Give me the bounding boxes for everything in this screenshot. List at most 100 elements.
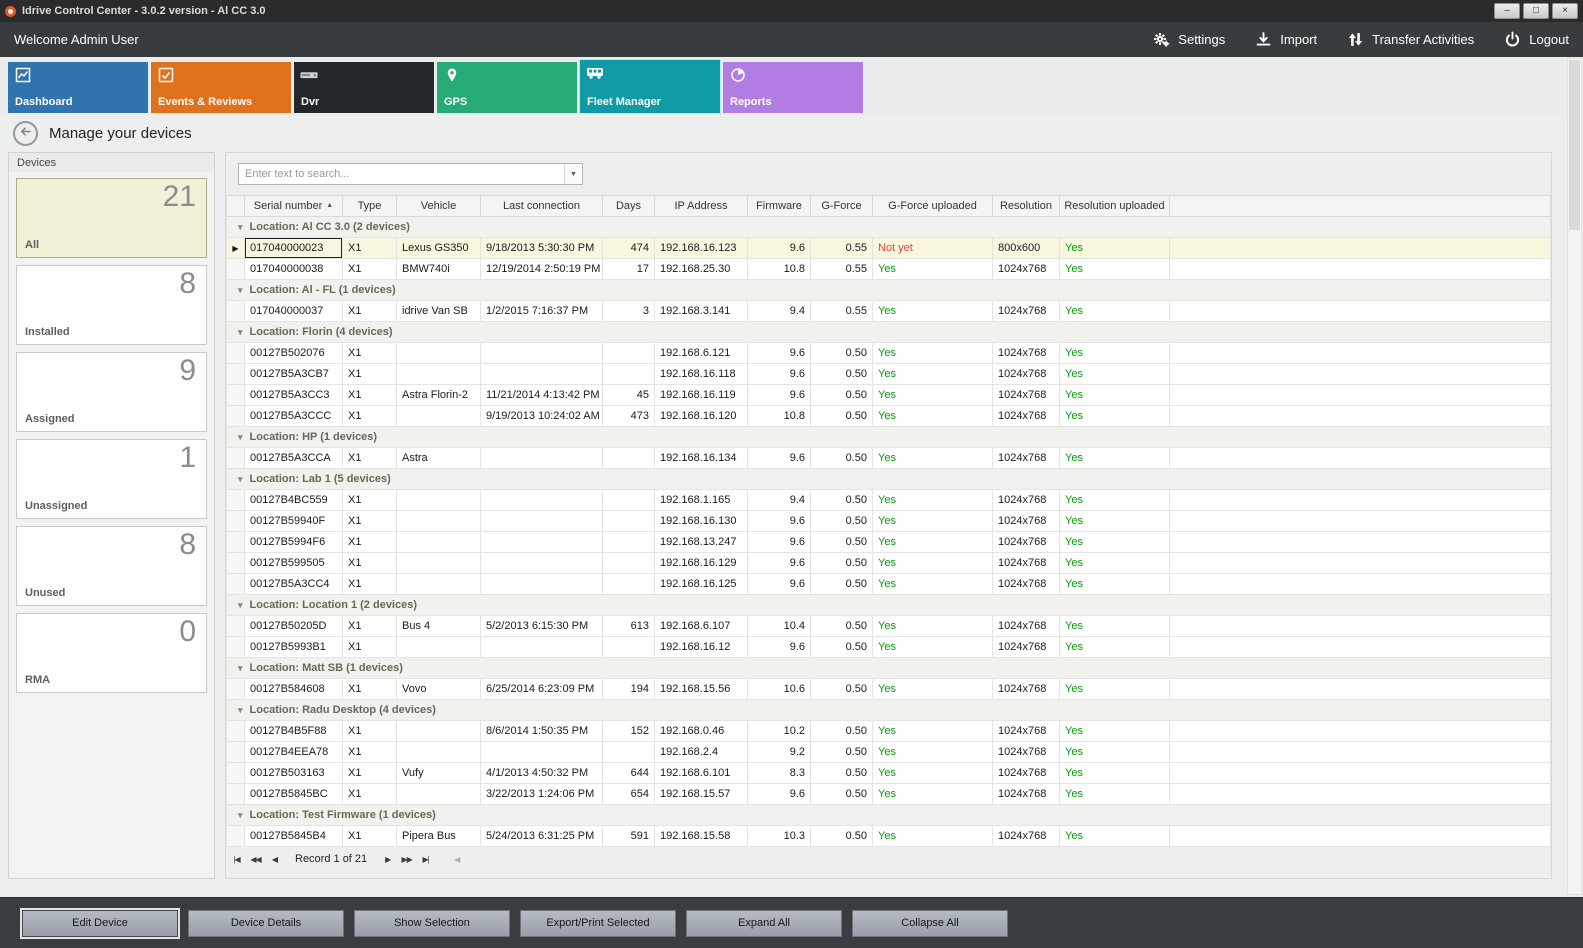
- group-row[interactable]: ▾Location: Radu Desktop (4 devices): [227, 700, 1551, 721]
- device-row[interactable]: 00127B5993B1X1192.168.16.129.60.50Yes102…: [227, 637, 1551, 658]
- tab-events-reviews[interactable]: Events & Reviews: [151, 62, 291, 113]
- filter-count: 8: [179, 267, 196, 301]
- tab-dvr[interactable]: Dvr: [294, 62, 434, 113]
- logout-button[interactable]: Logout: [1504, 31, 1569, 48]
- group-row[interactable]: ▾Location: Florin (4 devices): [227, 322, 1551, 343]
- device-row[interactable]: 00127B503163X1Vufy4/1/2013 4:50:32 PM644…: [227, 763, 1551, 784]
- pager-first-button[interactable]: |◀: [228, 852, 245, 867]
- cell-type: X1: [343, 679, 397, 700]
- column-header-days[interactable]: Days: [603, 196, 655, 217]
- expand-all-button[interactable]: Expand All: [686, 910, 842, 937]
- device-filter-installed[interactable]: 8Installed: [16, 265, 207, 345]
- group-row[interactable]: ▾Location: Al CC 3.0 (2 devices): [227, 217, 1551, 238]
- device-row[interactable]: 017040000038X1BMW740i12/19/2014 2:50:19 …: [227, 259, 1551, 280]
- device-row[interactable]: 00127B59940FX1192.168.16.1309.60.50Yes10…: [227, 511, 1551, 532]
- group-row[interactable]: ▾Location: Lab 1 (5 devices): [227, 469, 1551, 490]
- column-header-gforce[interactable]: G-Force: [811, 196, 873, 217]
- pager-next-page-button[interactable]: ▶▶: [398, 852, 415, 867]
- column-header-resolution_uploaded[interactable]: Resolution uploaded: [1060, 196, 1170, 217]
- search-dropdown-button[interactable]: ▼: [564, 164, 582, 184]
- group-row[interactable]: ▾Location: Al - FL (1 devices): [227, 280, 1551, 301]
- edit-device-button[interactable]: Edit Device: [22, 910, 178, 937]
- device-row[interactable]: 00127B4B5F88X18/6/2014 1:50:35 PM152192.…: [227, 721, 1551, 742]
- column-header-resolution[interactable]: Resolution: [993, 196, 1060, 217]
- transfer-arrows-icon: [1347, 31, 1364, 48]
- device-row[interactable]: 00127B5A3CCCX19/19/2013 10:24:02 AM47319…: [227, 406, 1551, 427]
- cell-filler: [1170, 616, 1551, 637]
- column-header-firmware[interactable]: Firmware: [748, 196, 811, 217]
- map-pin-icon: [443, 67, 463, 85]
- device-row[interactable]: 00127B5845BCX13/22/2013 1:24:06 PM654192…: [227, 784, 1551, 805]
- tab-reports[interactable]: Reports: [723, 62, 863, 113]
- device-row[interactable]: 00127B5A3CC4X1192.168.16.1259.60.50Yes10…: [227, 574, 1551, 595]
- window-title: Idrive Control Center - 3.0.2 version - …: [22, 5, 266, 17]
- device-row[interactable]: 00127B5A3CB7X1192.168.16.1189.60.50Yes10…: [227, 364, 1551, 385]
- device-filter-unused[interactable]: 8Unused: [16, 526, 207, 606]
- group-row[interactable]: ▾Location: Matt SB (1 devices): [227, 658, 1551, 679]
- device-filter-unassigned[interactable]: 1Unassigned: [16, 439, 207, 519]
- minimize-button[interactable]: –: [1494, 3, 1520, 19]
- group-row[interactable]: ▾Location: HP (1 devices): [227, 427, 1551, 448]
- cell-gforce: 0.50: [811, 385, 873, 406]
- tab-dashboard[interactable]: Dashboard: [8, 62, 148, 113]
- group-row[interactable]: ▾Location: Location 1 (2 devices): [227, 595, 1551, 616]
- device-row[interactable]: 00127B5A3CC3X1Astra Florin-211/21/2014 4…: [227, 385, 1551, 406]
- cell-resolution_uploaded: Yes: [1060, 343, 1170, 364]
- device-row[interactable]: 017040000037X1idrive Van SB1/2/2015 7:16…: [227, 301, 1551, 322]
- device-details-button[interactable]: Device Details: [188, 910, 344, 937]
- device-row[interactable]: 00127B4BC559X1192.168.1.1659.40.50Yes102…: [227, 490, 1551, 511]
- column-header-gforce_uploaded[interactable]: G-Force uploaded: [873, 196, 993, 217]
- vertical-scrollbar[interactable]: [1567, 58, 1582, 895]
- device-filter-rma[interactable]: 0RMA: [16, 613, 207, 693]
- cell-type: X1: [343, 448, 397, 469]
- pager-last-button[interactable]: ▶|: [417, 852, 434, 867]
- device-row[interactable]: 00127B584608X1Vovo6/25/2014 6:23:09 PM19…: [227, 679, 1551, 700]
- cell-last_connection: 5/24/2013 6:31:25 PM: [481, 826, 603, 847]
- device-row[interactable]: 00127B5845B4X1Pipera Bus5/24/2013 6:31:2…: [227, 826, 1551, 847]
- tab-label-dashboard: Dashboard: [15, 96, 72, 108]
- device-row[interactable]: ▶017040000023X1Lexus GS3509/18/2013 5:30…: [227, 238, 1551, 259]
- column-header-last_connection[interactable]: Last connection: [481, 196, 603, 217]
- cell-firmware: 9.6: [748, 364, 811, 385]
- column-header-vehicle[interactable]: Vehicle: [397, 196, 481, 217]
- cell-last_connection: [481, 511, 603, 532]
- transfer-activities-button[interactable]: Transfer Activities: [1347, 31, 1474, 48]
- back-button[interactable]: [13, 121, 38, 146]
- device-row[interactable]: 00127B4EEA78X1192.168.2.49.20.50Yes1024x…: [227, 742, 1551, 763]
- pager-scroll-left-button[interactable]: ◀: [448, 852, 465, 867]
- pager-prev-page-button[interactable]: ◀◀: [247, 852, 264, 867]
- collapse-all-button[interactable]: Collapse All: [852, 910, 1008, 937]
- column-header-serial[interactable]: Serial number▲: [245, 196, 343, 217]
- device-row[interactable]: 00127B5A3CCAX1Astra192.168.16.1349.60.50…: [227, 448, 1551, 469]
- pager-prev-button[interactable]: ◀: [266, 852, 283, 867]
- device-row[interactable]: 00127B599505X1192.168.16.1299.60.50Yes10…: [227, 553, 1551, 574]
- export-print-selected-button[interactable]: Export/Print Selected: [520, 910, 676, 937]
- filter-count: 9: [179, 354, 196, 388]
- row-indicator: [227, 385, 245, 406]
- column-header-type[interactable]: Type: [343, 196, 397, 217]
- cell-days: [603, 742, 655, 763]
- cell-vehicle: Pipera Bus: [397, 826, 481, 847]
- import-button[interactable]: Import: [1255, 31, 1317, 48]
- cell-gforce_uploaded: Yes: [873, 553, 993, 574]
- close-button[interactable]: ×: [1552, 3, 1578, 19]
- device-row[interactable]: 00127B502076X1192.168.6.1219.60.50Yes102…: [227, 343, 1551, 364]
- cell-ip: 192.168.3.141: [655, 301, 748, 322]
- device-filter-all[interactable]: 21All: [16, 178, 207, 258]
- maximize-button[interactable]: □: [1523, 3, 1549, 19]
- tab-gps[interactable]: GPS: [437, 62, 577, 113]
- settings-button[interactable]: Settings: [1153, 31, 1225, 48]
- cell-firmware: 9.6: [748, 238, 811, 259]
- pager-next-button[interactable]: ▶: [379, 852, 396, 867]
- scrollbar-thumb[interactable]: [1569, 60, 1580, 230]
- cell-firmware: 10.6: [748, 679, 811, 700]
- device-filter-assigned[interactable]: 9Assigned: [16, 352, 207, 432]
- search-input[interactable]: [239, 164, 564, 184]
- cell-type: X1: [343, 343, 397, 364]
- device-row[interactable]: 00127B5994F6X1192.168.13.2479.60.50Yes10…: [227, 532, 1551, 553]
- tab-fleet-manager[interactable]: Fleet Manager: [580, 60, 720, 113]
- show-selection-button[interactable]: Show Selection: [354, 910, 510, 937]
- group-row[interactable]: ▾Location: Test Firmware (1 devices): [227, 805, 1551, 826]
- column-header-ip[interactable]: IP Address: [655, 196, 748, 217]
- device-row[interactable]: 00127B50205DX1Bus 45/2/2013 6:15:30 PM61…: [227, 616, 1551, 637]
